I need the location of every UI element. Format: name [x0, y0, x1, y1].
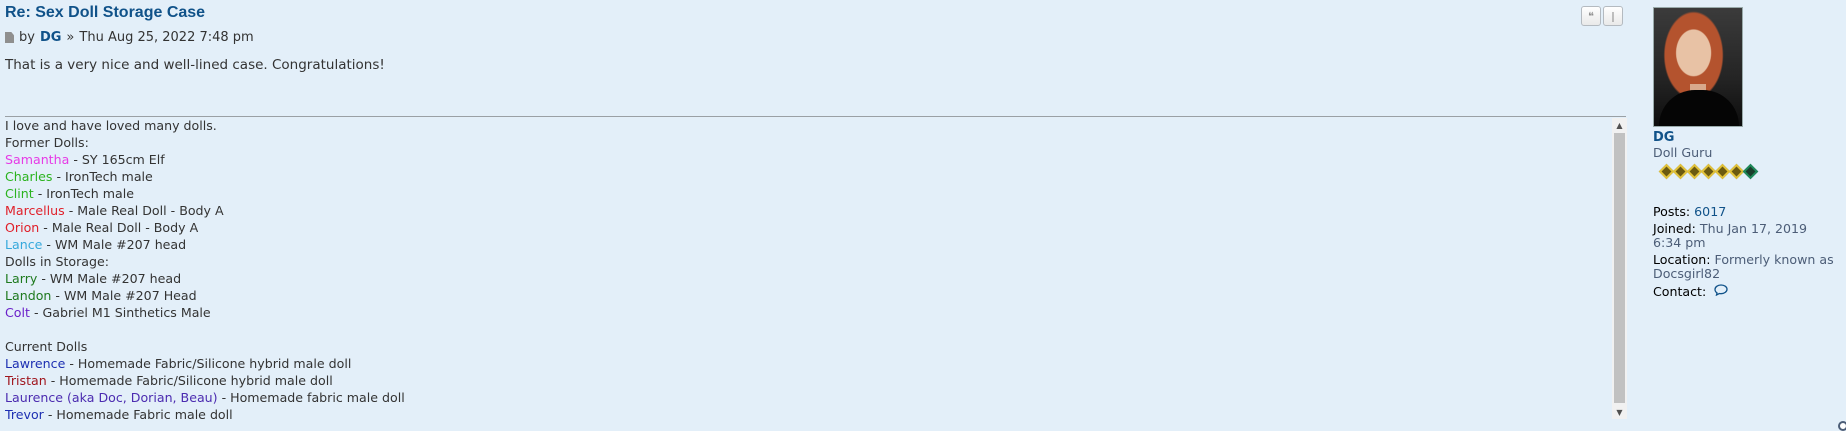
- signature-scrollbar[interactable]: ▲ ▼: [1612, 118, 1627, 419]
- posts-label: Posts:: [1653, 204, 1691, 219]
- quote-button[interactable]: ❝: [1581, 6, 1601, 26]
- post-content: That is a very nice and well-lined case.…: [5, 57, 385, 73]
- signature-doll-name: Marcellus: [5, 203, 65, 218]
- signature-line: Trevor - Homemade Fabric male doll: [5, 406, 1613, 419]
- profile-username-link[interactable]: DG: [1653, 130, 1838, 145]
- posts-count-link[interactable]: 6017: [1694, 204, 1726, 219]
- contact-label: Contact:: [1653, 284, 1707, 299]
- signature-line-text: - WM Male #207 head: [37, 271, 182, 286]
- signature-line: [5, 321, 1613, 338]
- signature-line-text: - Gabriel M1 Sinthetics Male: [29, 305, 211, 320]
- joined-label: Joined:: [1653, 221, 1696, 236]
- date-separator: »: [66, 30, 75, 45]
- signature-line: Lance - WM Male #207 head: [5, 236, 1613, 253]
- signature-line-text: - Homemade fabric male doll: [217, 390, 405, 405]
- signature-doll-name: Landon: [5, 288, 52, 303]
- post-author-line: by DG » Thu Aug 25, 2022 7:48 pm: [5, 30, 254, 45]
- scroll-to-top-icon[interactable]: [1838, 421, 1846, 431]
- signature-line: Samantha - SY 165cm Elf: [5, 151, 1613, 168]
- scroll-up-arrow-icon[interactable]: ▲: [1612, 118, 1627, 132]
- signature-doll-name: Samantha: [5, 152, 70, 167]
- signature-line-text: - Male Real Doll - Body A: [39, 220, 199, 235]
- signature-line-text: - IronTech male: [33, 186, 135, 201]
- signature-line: Marcellus - Male Real Doll - Body A: [5, 202, 1613, 219]
- signature-line: Lawrence - Homemade Fabric/Silicone hybr…: [5, 355, 1613, 372]
- signature-line-text: - Male Real Doll - Body A: [64, 203, 224, 218]
- signature-line-text: Former Dolls:: [5, 135, 89, 150]
- signature-line: Charles - IronTech male: [5, 168, 1613, 185]
- signature-doll-name: Charles: [5, 169, 53, 184]
- signature-line-text: Dolls in Storage:: [5, 254, 109, 269]
- contact-speech-bubble-icon[interactable]: [1714, 284, 1728, 299]
- post-title-link[interactable]: Re: Sex Doll Storage Case: [5, 4, 205, 22]
- author-username-link[interactable]: DG: [40, 30, 61, 45]
- rank-star-icon: [1742, 163, 1759, 180]
- signature-line: Current Dolls: [5, 338, 1613, 355]
- signature-line: Orion - Male Real Doll - Body A: [5, 219, 1613, 236]
- info-icon: ǀ: [1611, 9, 1615, 23]
- location-label: Location:: [1653, 252, 1711, 267]
- signature-line-text: - Homemade Fabric/Silicone hybrid male d…: [46, 373, 333, 388]
- signature-line-text: Current Dolls: [5, 339, 88, 354]
- post-container: Re: Sex Doll Storage Case by DG » Thu Au…: [0, 0, 1846, 431]
- signature-line-text: - Homemade Fabric male doll: [43, 407, 233, 419]
- signature-doll-name: Laurence (aka Doc, Dorian, Beau): [5, 390, 218, 405]
- signature-line-text: - Homemade Fabric/Silicone hybrid male d…: [65, 356, 352, 371]
- avatar[interactable]: [1653, 7, 1743, 127]
- post-buttons: ❝ ǀ: [1581, 6, 1623, 26]
- signature-line-text: I love and have loved many dolls.: [5, 118, 217, 133]
- signature-doll-name: Trevor: [5, 407, 44, 419]
- signature-doll-name: Larry: [5, 271, 38, 286]
- info-button[interactable]: ǀ: [1603, 6, 1623, 26]
- signature-line: Larry - WM Male #207 head: [5, 270, 1613, 287]
- signature-line-text: - SY 165cm Elf: [69, 152, 165, 167]
- signature-line: Dolls in Storage:: [5, 253, 1613, 270]
- post-icon[interactable]: [5, 32, 14, 43]
- author-by-label: by: [19, 30, 35, 45]
- quote-icon: ❝: [1588, 9, 1594, 23]
- scroll-down-arrow-icon[interactable]: ▼: [1612, 405, 1627, 419]
- signature-line: Tristan - Homemade Fabric/Silicone hybri…: [5, 372, 1613, 389]
- profile-posts: Posts: 6017: [1653, 205, 1838, 219]
- signature-line: Laurence (aka Doc, Dorian, Beau) - Homem…: [5, 389, 1613, 406]
- signature-doll-name: Lance: [5, 237, 43, 252]
- signature-line-text: - IronTech male: [52, 169, 153, 184]
- post-date: Thu Aug 25, 2022 7:48 pm: [79, 30, 254, 45]
- profile-rank-title: Doll Guru: [1653, 145, 1713, 160]
- profile-contact: Contact:: [1653, 284, 1838, 299]
- signature-doll-name: Lawrence: [5, 356, 66, 371]
- signature-line: Landon - WM Male #207 Head: [5, 287, 1613, 304]
- signature-line-text: - WM Male #207 head: [42, 237, 187, 252]
- profile-joined: Joined: Thu Jan 17, 2019 6:34 pm: [1653, 222, 1838, 250]
- signature-line-text: - WM Male #207 Head: [51, 288, 197, 303]
- signature-doll-name: Orion: [5, 220, 40, 235]
- signature-doll-name: Clint: [5, 186, 34, 201]
- signature-doll-name: Tristan: [5, 373, 47, 388]
- signature-line: I love and have loved many dolls.: [5, 117, 1613, 134]
- signature[interactable]: I love and have loved many dolls. Former …: [5, 117, 1613, 419]
- profile-location: Location: Formerly known as Docsgirl82: [1653, 253, 1838, 281]
- rank-image: [1658, 163, 1838, 180]
- signature-doll-name: Colt: [5, 305, 30, 320]
- signature-line: Colt - Gabriel M1 Sinthetics Male: [5, 304, 1613, 321]
- scroll-thumb[interactable]: [1614, 133, 1625, 403]
- signature-line: Former Dolls:: [5, 134, 1613, 151]
- signature-line: Clint - IronTech male: [5, 185, 1613, 202]
- post-profile: DG Doll Guru Posts: 6017 Joined: Thu Jan…: [1653, 7, 1838, 302]
